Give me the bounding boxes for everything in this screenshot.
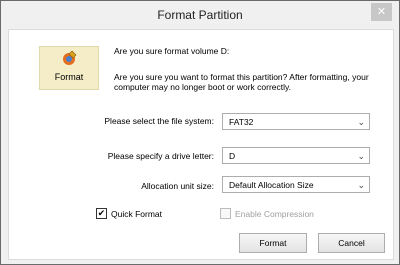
allocation-select[interactable]: Default Allocation Size ⌄ [222,176,370,193]
quick-format-checkbox[interactable]: ✔ [96,208,107,219]
checkmark-icon: ✔ [97,208,106,218]
title-bar: Format Partition ✕ [1,1,399,29]
enable-compression-checkbox[interactable] [220,208,231,219]
filesystem-value: FAT32 [229,117,254,127]
filesystem-label: Please select the file system: [104,116,214,126]
format-partition-dialog: Format Partition ✕ Format Are you sure f… [0,0,400,265]
filesystem-select[interactable]: FAT32 ⌄ [222,113,370,130]
chevron-down-icon: ⌄ [357,151,365,161]
quick-format-label: Quick Format [111,209,163,219]
format-icon [63,50,77,65]
drive-letter-label: Please specify a drive letter: [107,151,214,161]
close-icon: ✕ [376,6,387,18]
chevron-down-icon: ⌄ [357,117,365,127]
drive-letter-value: D [229,151,236,161]
confirm-warning: Are you sure you want to format this par… [114,72,369,92]
dialog-title: Format Partition [157,8,243,22]
confirm-heading: Are you sure format volume D: [114,46,230,56]
format-logo-label: Format [54,72,84,82]
allocation-value: Default Allocation Size [229,180,314,190]
drive-letter-select[interactable]: D ⌄ [222,147,370,164]
chevron-down-icon: ⌄ [357,180,365,190]
allocation-label: Allocation unit size: [141,181,214,191]
format-logo: Format [39,46,99,90]
format-button[interactable]: Format [239,233,307,253]
close-button[interactable]: ✕ [371,3,392,21]
enable-compression-label: Enable Compression [235,209,314,219]
cancel-button[interactable]: Cancel [318,233,385,253]
dialog-body: Format Are you sure format volume D: Are… [8,29,394,260]
